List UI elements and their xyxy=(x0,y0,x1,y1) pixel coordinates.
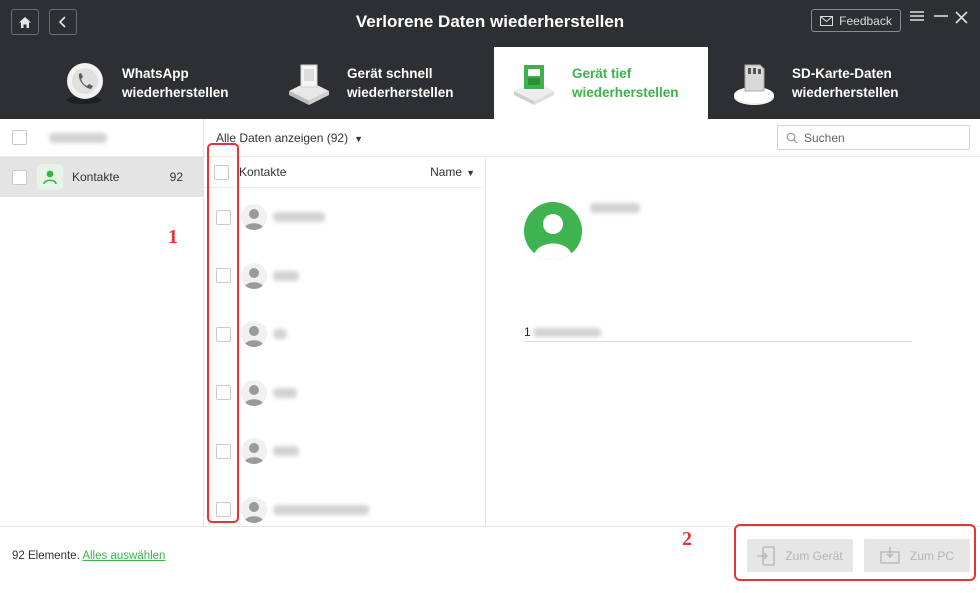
blurred-contact-name xyxy=(273,387,297,398)
contact-list-header: Kontakte Name ▼ xyxy=(204,157,485,188)
filter-bar: Alle Daten anzeigen (92) ▼ xyxy=(204,119,980,157)
contact-avatar-icon xyxy=(241,321,267,348)
close-icon xyxy=(955,11,968,24)
minimize-icon xyxy=(934,15,948,17)
close-button[interactable] xyxy=(955,9,968,29)
menu-button[interactable] xyxy=(910,9,924,27)
blurred-contact-name xyxy=(273,212,325,223)
contact-column-header: Kontakte xyxy=(239,165,287,179)
app-window: Verlorene Daten wiederherstellen Feedbac… xyxy=(0,0,980,593)
contact-row[interactable] xyxy=(204,305,485,364)
contact-avatar-icon xyxy=(241,204,267,231)
sort-label: Name xyxy=(430,165,463,179)
contacts-category-checkbox[interactable] xyxy=(12,169,27,185)
item-count-label: 92 Elemente. xyxy=(12,550,80,562)
select-all-categories-checkbox[interactable] xyxy=(12,130,27,145)
contact-row[interactable] xyxy=(204,364,485,423)
sidebar-header xyxy=(0,119,203,157)
annotation-number-2: 2 xyxy=(682,528,692,550)
select-all-link[interactable]: Alles auswählen xyxy=(82,550,165,562)
tab-quick-device-recovery[interactable]: Gerät schnell wiederherstellen xyxy=(285,46,454,119)
tab-whatsapp-line1: WhatsApp xyxy=(122,65,189,81)
minimize-button[interactable] xyxy=(934,9,948,27)
contact-row[interactable] xyxy=(204,247,485,306)
tab-whatsapp-recovery[interactable]: WhatsApp wiederherstellen xyxy=(60,46,229,119)
hamburger-icon xyxy=(910,11,924,21)
search-icon xyxy=(786,132,798,143)
tab-whatsapp-line2: wiederherstellen xyxy=(122,84,229,100)
search-box[interactable] xyxy=(777,125,970,150)
contact-detail-avatar-icon xyxy=(524,202,582,260)
sidebar-item-count: 92 xyxy=(169,170,183,184)
device-quick-scan-icon xyxy=(285,59,333,107)
blurred-contact-name xyxy=(273,270,299,281)
annotation-box-2 xyxy=(734,524,976,581)
data-filter-dropdown[interactable]: Alle Daten anzeigen (92) ▼ xyxy=(216,131,363,145)
tab-deep-device-recovery[interactable]: Gerät tief wiederherstellen xyxy=(494,47,708,119)
tab-deep-line1: Gerät tief xyxy=(572,66,632,81)
tab-sd-card-recovery[interactable]: SD-Karte-Daten wiederherstellen xyxy=(730,46,899,119)
contact-phone-number: 1 xyxy=(524,325,602,339)
tab-deep-line2: wiederherstellen xyxy=(572,85,679,100)
tab-quick-line1: Gerät schnell xyxy=(347,65,433,81)
sidebar-item-label: Kontakte xyxy=(72,170,120,184)
blurred-contact-name xyxy=(273,446,299,457)
device-deep-scan-icon xyxy=(510,59,558,107)
mode-tabs: WhatsApp wiederherstellen Gerät schnell … xyxy=(0,46,980,119)
caret-down-icon: ▼ xyxy=(354,134,364,144)
annotation-box-1 xyxy=(207,143,239,523)
contact-row[interactable] xyxy=(204,422,485,481)
blurred-phone-digits xyxy=(533,328,602,338)
feedback-button[interactable]: Feedback xyxy=(811,9,901,32)
sort-by-name-dropdown[interactable]: Name ▼ xyxy=(430,165,475,179)
divider xyxy=(524,341,912,342)
contact-list: Kontakte Name ▼ xyxy=(204,157,486,526)
contact-avatar-icon xyxy=(241,438,267,465)
contact-avatar-icon xyxy=(241,379,267,406)
contact-avatar-icon xyxy=(241,496,267,523)
tab-quick-line2: wiederherstellen xyxy=(347,84,454,100)
tab-sd-line2: wiederherstellen xyxy=(792,84,899,100)
phone-first-digit: 1 xyxy=(524,325,532,339)
sd-card-icon xyxy=(730,59,778,107)
mail-icon xyxy=(820,15,834,26)
whatsapp-phone-icon xyxy=(60,59,108,107)
blurred-device-name xyxy=(49,132,107,143)
caret-down-icon: ▼ xyxy=(466,168,475,178)
sidebar-item-contacts[interactable]: Kontakte 92 xyxy=(0,157,203,197)
annotation-number-1: 1 xyxy=(168,226,178,248)
category-sidebar: Kontakte 92 xyxy=(0,119,204,526)
tab-sd-line1: SD-Karte-Daten xyxy=(792,65,892,81)
blurred-contact-detail-name xyxy=(590,203,640,213)
feedback-label: Feedback xyxy=(839,13,892,28)
contact-avatar-icon xyxy=(241,262,267,289)
item-count-text: 92 Elemente. Alles auswählen xyxy=(12,550,165,562)
blurred-contact-name xyxy=(273,504,369,515)
contact-detail-pane: 1 xyxy=(486,157,980,526)
search-input[interactable] xyxy=(804,130,954,145)
contacts-icon xyxy=(37,164,63,190)
title-bar: Verlorene Daten wiederherstellen Feedbac… xyxy=(0,0,980,46)
blurred-contact-name xyxy=(273,329,287,340)
contact-row[interactable] xyxy=(204,188,485,247)
